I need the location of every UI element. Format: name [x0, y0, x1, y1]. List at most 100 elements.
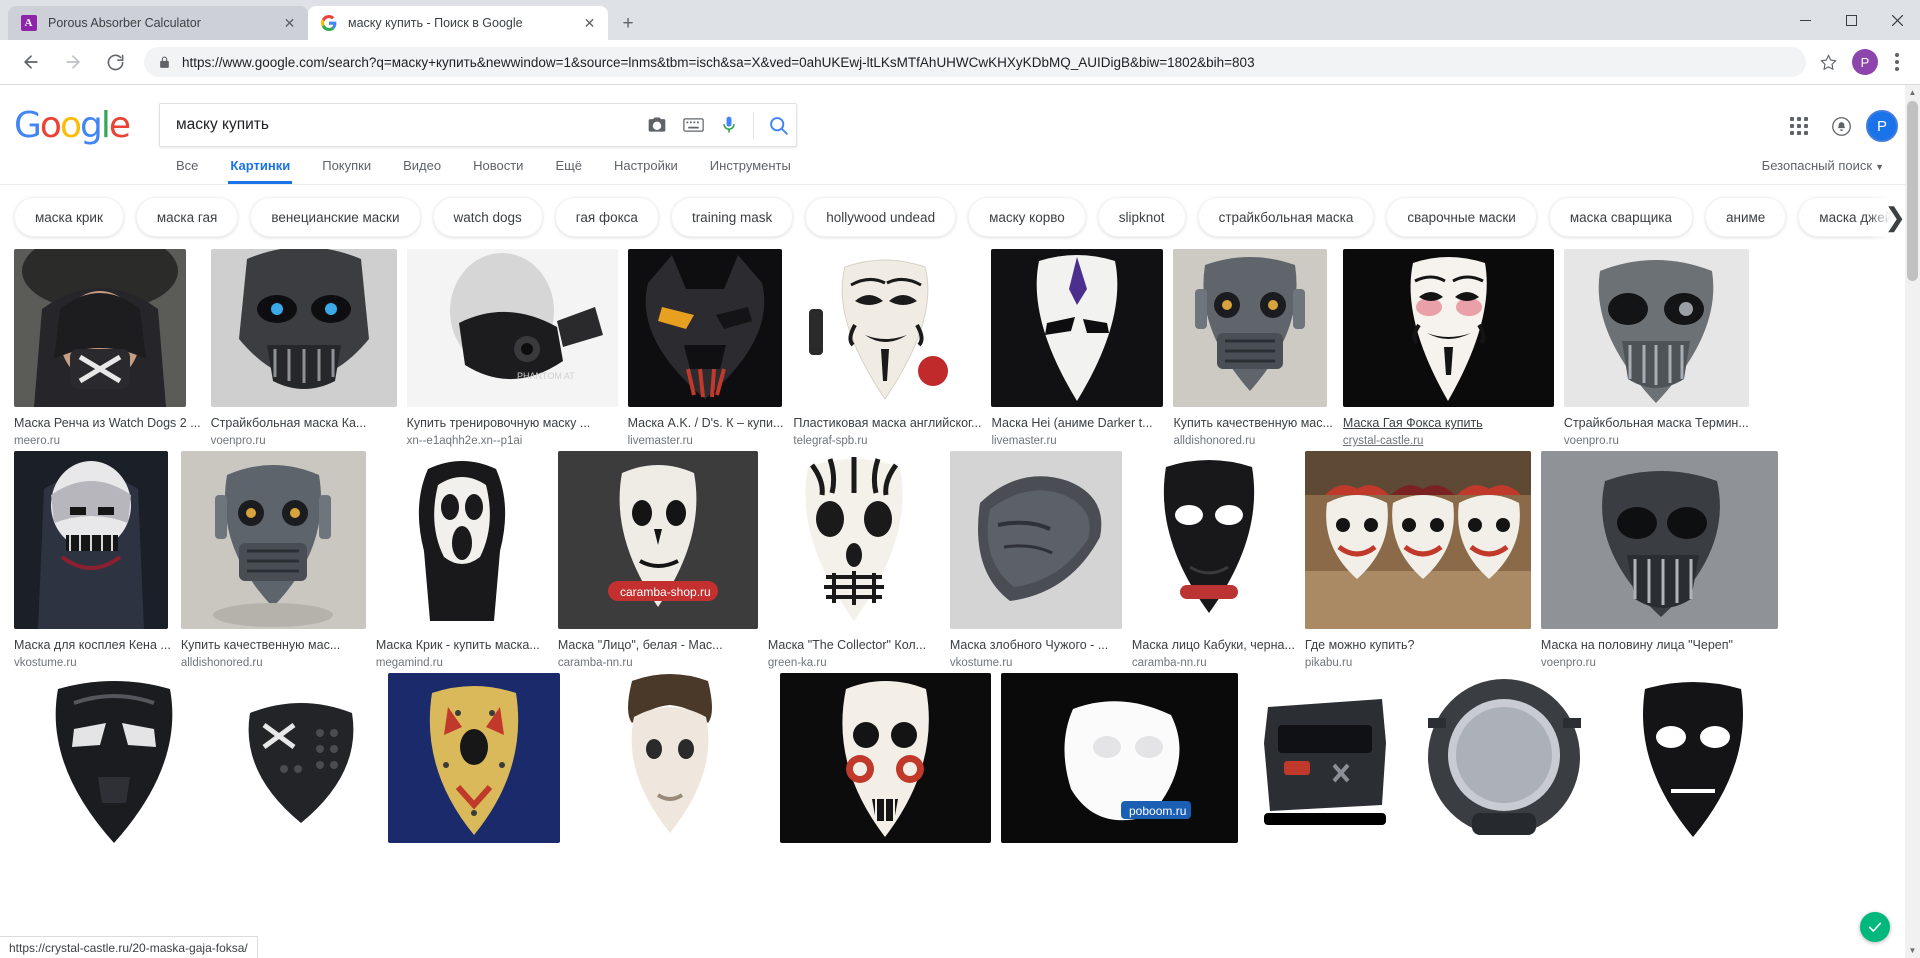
- result-title[interactable]: Маска злобного Чужого - ...: [950, 637, 1122, 653]
- tab-tools[interactable]: Инструменты: [694, 147, 807, 184]
- result-thumbnail[interactable]: [388, 673, 560, 843]
- result-thumbnail[interactable]: PHANTOM AT: [406, 249, 618, 407]
- page-scrollbar[interactable]: ▲ ▼: [1905, 85, 1920, 958]
- image-result[interactable]: [388, 673, 560, 851]
- search-icon[interactable]: [760, 103, 796, 147]
- apps-grid-icon[interactable]: [1782, 109, 1816, 143]
- result-title[interactable]: Маска "Лицо", белая - Мас...: [558, 637, 758, 653]
- image-result[interactable]: Маска "The Collector" Кол... green-ka.ru: [767, 451, 940, 671]
- tab-more[interactable]: Ещё: [539, 147, 598, 184]
- back-icon[interactable]: [15, 46, 47, 78]
- chip-maska-svarshchika[interactable]: маска сварщика: [1548, 197, 1693, 237]
- tab-all[interactable]: Все: [160, 147, 214, 184]
- result-thumbnail[interactable]: [780, 673, 991, 843]
- maximize-icon[interactable]: [1828, 0, 1874, 40]
- chip-svarochnye-maski[interactable]: сварочные маски: [1386, 197, 1537, 237]
- result-thumbnail[interactable]: [224, 673, 378, 843]
- image-result[interactable]: [570, 673, 770, 851]
- tab-settings[interactable]: Настройки: [598, 147, 694, 184]
- close-window-icon[interactable]: [1874, 0, 1920, 40]
- image-result[interactable]: Маска Крик - купить маска... megamind.ru: [375, 451, 548, 671]
- shield-check-icon[interactable]: [1860, 912, 1890, 942]
- keyboard-icon[interactable]: [675, 103, 711, 147]
- close-icon[interactable]: ✕: [581, 15, 598, 32]
- google-avatar[interactable]: P: [1866, 110, 1898, 142]
- tab-news[interactable]: Новости: [457, 147, 539, 184]
- google-search-box[interactable]: [159, 103, 797, 147]
- minimize-icon[interactable]: [1782, 0, 1828, 40]
- scroll-up-icon[interactable]: ▲: [1905, 85, 1920, 100]
- result-thumbnail[interactable]: caramba-shop.ru: [557, 451, 758, 629]
- result-title[interactable]: Маска Ренча из Watch Dogs 2 ...: [14, 415, 201, 431]
- result-thumbnail[interactable]: [1540, 451, 1778, 629]
- result-title[interactable]: Страйкбольная маска Термин...: [1564, 415, 1749, 431]
- image-result[interactable]: Маска A.K. / D's. К – купи... livemaster…: [627, 249, 783, 449]
- result-title[interactable]: Купить качественную мас...: [181, 637, 366, 653]
- result-thumbnail[interactable]: poboom.ru: [1001, 673, 1238, 843]
- microphone-icon[interactable]: [711, 103, 747, 147]
- browser-profile-avatar[interactable]: P: [1852, 49, 1878, 75]
- result-thumbnail[interactable]: [1248, 673, 1402, 843]
- bell-icon[interactable]: [1824, 109, 1858, 143]
- safesearch-dropdown[interactable]: Безопасный поиск ▼: [1762, 158, 1884, 173]
- close-icon[interactable]: ✕: [281, 15, 298, 32]
- result-title[interactable]: Маска для косплея Кена ...: [14, 637, 171, 653]
- image-result[interactable]: [780, 673, 991, 851]
- result-title[interactable]: Пластиковая маска английског...: [793, 415, 981, 431]
- result-title[interactable]: Маска Гая Фокса купить: [1343, 415, 1554, 431]
- image-result[interactable]: PHANTOM AT Купить тренировочную маску ..…: [406, 249, 618, 449]
- tab-video[interactable]: Видео: [387, 147, 457, 184]
- result-thumbnail[interactable]: [1563, 249, 1749, 407]
- result-title[interactable]: Маска лицо Кабуки, черна...: [1132, 637, 1295, 653]
- result-thumbnail[interactable]: [570, 673, 770, 843]
- result-thumbnail[interactable]: [1607, 673, 1779, 843]
- result-thumbnail[interactable]: [991, 249, 1164, 407]
- result-thumbnail[interactable]: [14, 249, 186, 407]
- image-result[interactable]: poboom.ru: [1001, 673, 1238, 851]
- image-result[interactable]: Страйкбольная маска Ка... voenpro.ru: [210, 249, 397, 449]
- image-result[interactable]: Где можно купить? pikabu.ru: [1304, 451, 1531, 671]
- result-title[interactable]: Маска Крик - купить маска...: [376, 637, 548, 653]
- image-result[interactable]: Страйкбольная маска Термин... voenpro.ru: [1563, 249, 1749, 449]
- forward-icon[interactable]: [57, 46, 89, 78]
- chip-maska-krik[interactable]: маска крик: [14, 197, 124, 237]
- result-thumbnail[interactable]: [1173, 249, 1328, 407]
- image-result[interactable]: Маска лицо Кабуки, черна... caramba-nn.r…: [1131, 451, 1295, 671]
- result-thumbnail[interactable]: [375, 451, 548, 629]
- result-title[interactable]: Где можно купить?: [1305, 637, 1531, 653]
- result-thumbnail[interactable]: [793, 249, 979, 407]
- result-thumbnail[interactable]: [1412, 673, 1597, 843]
- result-title[interactable]: Страйкбольная маска Ка...: [211, 415, 397, 431]
- image-result[interactable]: Купить качественную мас... alldishonored…: [1173, 249, 1333, 449]
- image-result[interactable]: caramba-shop.ru Маска "Лицо", белая - Ма…: [557, 451, 758, 671]
- chip-training-mask[interactable]: training mask: [670, 197, 794, 237]
- result-thumbnail[interactable]: [180, 451, 366, 629]
- search-input[interactable]: [176, 116, 639, 134]
- google-logo[interactable]: Google: [14, 106, 131, 146]
- chip-gaya-foksa[interactable]: гая фокса: [554, 197, 659, 237]
- chip-watch-dogs[interactable]: watch dogs: [432, 197, 543, 237]
- new-tab-button[interactable]: +: [614, 9, 642, 37]
- reload-icon[interactable]: [99, 46, 131, 78]
- image-result[interactable]: Маска Hei (аниме Darker t... livemaster.…: [991, 249, 1164, 449]
- result-title[interactable]: Маска "The Collector" Кол...: [768, 637, 940, 653]
- result-thumbnail[interactable]: [1131, 451, 1286, 629]
- three-dots-menu-icon[interactable]: [1884, 48, 1910, 76]
- camera-icon[interactable]: [639, 103, 675, 147]
- image-result[interactable]: [1248, 673, 1402, 851]
- chip-hollywood-undead[interactable]: hollywood undead: [805, 197, 957, 237]
- result-thumbnail[interactable]: [949, 451, 1122, 629]
- result-title[interactable]: Маска Hei (аниме Darker t...: [991, 415, 1163, 431]
- scrollbar-thumb[interactable]: [1907, 101, 1918, 281]
- image-result[interactable]: [1607, 673, 1779, 851]
- image-result[interactable]: Пластиковая маска английског... telegraf…: [793, 249, 981, 449]
- image-result[interactable]: Маска злобного Чужого - ... vkostume.ru: [949, 451, 1122, 671]
- image-result[interactable]: [14, 673, 214, 851]
- chip-masku-korvo[interactable]: маску корво: [968, 197, 1086, 237]
- result-title[interactable]: Маска на половину лица "Череп": [1541, 637, 1778, 653]
- result-thumbnail[interactable]: [627, 249, 782, 407]
- result-title[interactable]: Купить качественную мас...: [1173, 415, 1332, 431]
- image-result-visited[interactable]: Маска Гая Фокса купить crystal-castle.ru: [1342, 249, 1554, 449]
- tab-shopping[interactable]: Покупки: [306, 147, 387, 184]
- image-result[interactable]: Маска на половину лица "Череп" voenpro.r…: [1540, 451, 1778, 671]
